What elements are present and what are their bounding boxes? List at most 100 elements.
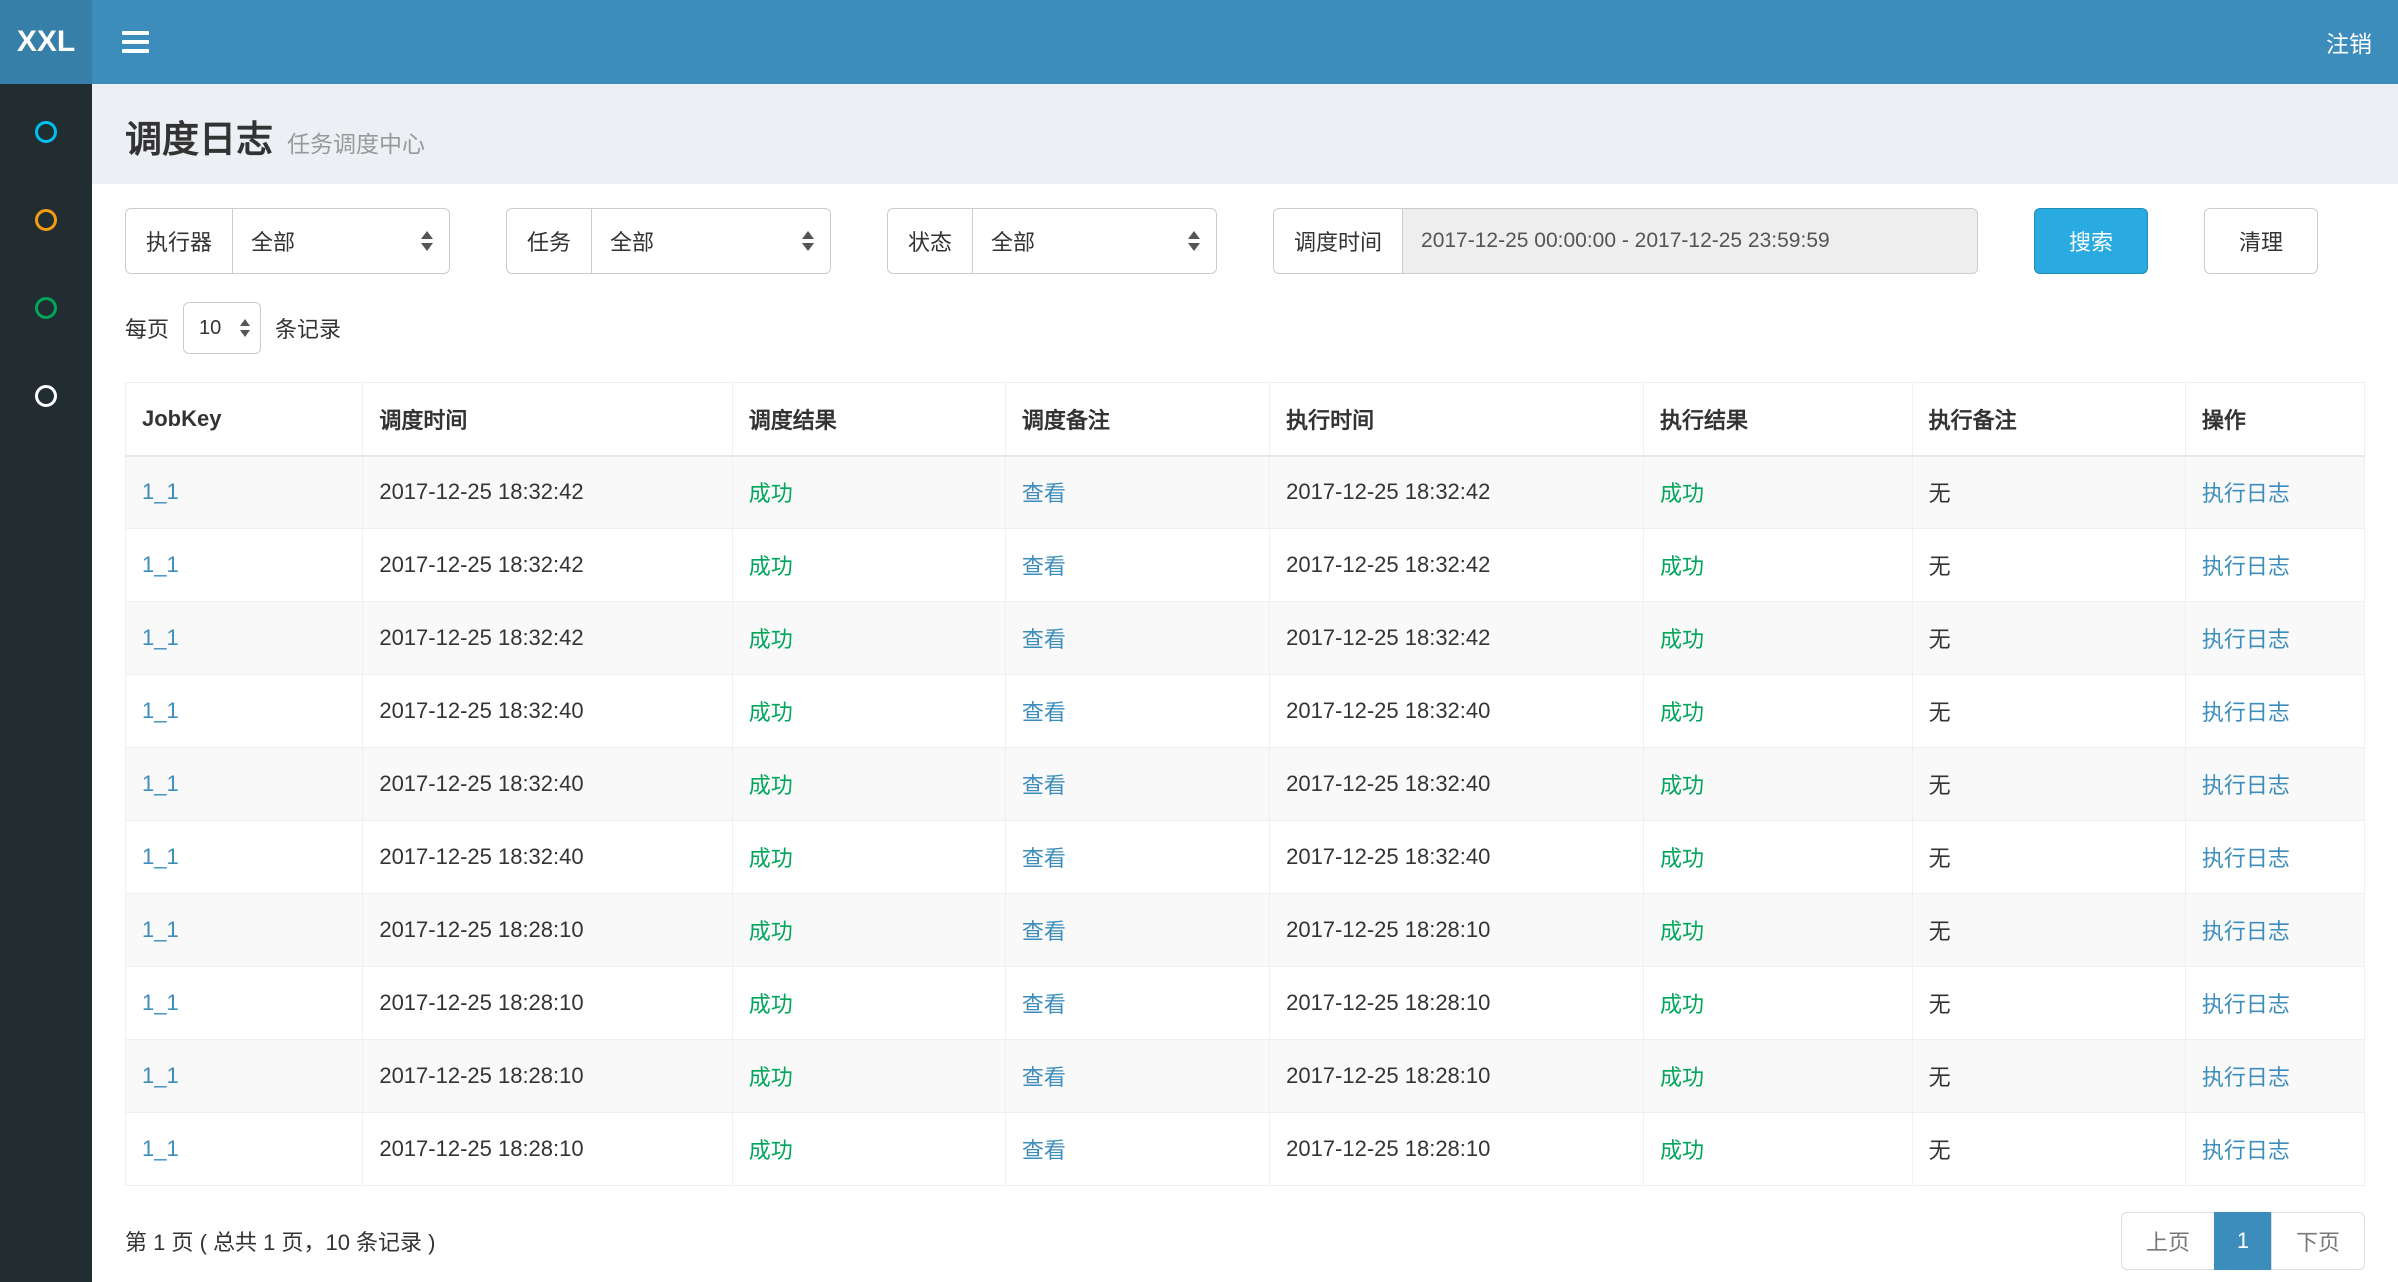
log-table-body: 1_12017-12-25 18:32:42成功查看2017-12-25 18:… [126,456,2365,1186]
logout-link[interactable]: 注销 [2300,25,2398,59]
handle-result-cell: 成功 [1644,529,1913,602]
exec-log-link[interactable]: 执行日志 [2202,481,2290,506]
exec-log-link[interactable]: 执行日志 [2202,773,2290,798]
jobkey-link[interactable]: 1_1 [142,844,179,869]
trigger-msg-link[interactable]: 查看 [1022,846,1066,871]
table-row: 1_12017-12-25 18:28:10成功查看2017-12-25 18:… [126,894,2365,967]
jobkey-link[interactable]: 1_1 [142,552,179,577]
trigger-msg-link[interactable]: 查看 [1022,919,1066,944]
hamburger-icon [122,31,149,35]
handle-result-cell: 成功 [1644,821,1913,894]
circle-icon [35,385,57,407]
jobkey-link[interactable]: 1_1 [142,990,179,1015]
content-header: 调度日志 任务调度中心 [92,84,2398,184]
jobkey-link[interactable]: 1_1 [142,698,179,723]
table-row: 1_12017-12-25 18:32:42成功查看2017-12-25 18:… [126,602,2365,675]
exec-log-link-cell: 执行日志 [2185,529,2364,602]
exec-log-link-cell: 执行日志 [2185,748,2364,821]
trigger-msg-link[interactable]: 查看 [1022,554,1066,579]
page-title: 调度日志 [125,109,273,163]
time-range-input[interactable]: 2017-12-25 00:00:00 - 2017-12-25 23:59:5… [1402,208,1978,274]
job-select-value: 全部 [610,225,654,257]
exec-log-link[interactable]: 执行日志 [2202,919,2290,944]
trigger-msg-link-cell: 查看 [1005,821,1269,894]
trigger-msg-link-cell: 查看 [1005,529,1269,602]
trigger-msg-link[interactable]: 查看 [1022,773,1066,798]
sidebar-item-1[interactable] [0,88,92,176]
trigger-msg-link[interactable]: 查看 [1022,627,1066,652]
sidebar-item-2[interactable] [0,176,92,264]
handle-time-cell: 2017-12-25 18:28:10 [1270,894,1644,967]
trigger-msg-link-cell: 查看 [1005,456,1269,529]
sidebar-toggle-button[interactable] [92,31,179,53]
status-filter-label: 状态 [887,208,972,274]
jobkey-link[interactable]: 1_1 [142,917,179,942]
trigger-msg-link-cell: 查看 [1005,675,1269,748]
handle-result: 成功 [1660,992,1704,1017]
page-size-value: 10 [199,317,221,340]
navbar-main: 注销 [92,0,2398,84]
exec-log-link[interactable]: 执行日志 [2202,1138,2290,1163]
handle-result-cell: 成功 [1644,602,1913,675]
exec-log-link-cell: 执行日志 [2185,675,2364,748]
exec-log-link[interactable]: 执行日志 [2202,627,2290,652]
column-header-2: 调度时间 [363,383,732,456]
exec-log-link[interactable]: 执行日志 [2202,1065,2290,1090]
table-row: 1_12017-12-25 18:32:42成功查看2017-12-25 18:… [126,529,2365,602]
exec-log-link[interactable]: 执行日志 [2202,992,2290,1017]
trigger-time-cell: 2017-12-25 18:28:10 [363,967,732,1040]
prev-page-button[interactable]: 上页 [2121,1212,2215,1270]
table-footer: 第 1 页 ( 总共 1 页，10 条记录 ) 上页 1 下页 [125,1212,2365,1270]
handle-time-cell: 2017-12-25 18:32:40 [1270,675,1644,748]
status-select[interactable]: 全部 [972,208,1217,274]
trigger-time-cell: 2017-12-25 18:32:42 [363,529,732,602]
trigger-msg-link[interactable]: 查看 [1022,700,1066,725]
job-select[interactable]: 全部 [591,208,831,274]
handle-result: 成功 [1660,1138,1704,1163]
jobkey-link-cell: 1_1 [126,1113,363,1186]
trigger-result-cell: 成功 [732,1040,1005,1113]
exec-log-link[interactable]: 执行日志 [2202,700,2290,725]
page-size-prefix: 每页 [125,312,169,344]
page-size-select[interactable]: 10 [183,302,261,354]
trigger-msg-link[interactable]: 查看 [1022,1138,1066,1163]
search-button[interactable]: 搜索 [2034,208,2148,274]
exec-log-link[interactable]: 执行日志 [2202,846,2290,871]
trigger-msg-link-cell: 查看 [1005,1040,1269,1113]
jobkey-link[interactable]: 1_1 [142,479,179,504]
trigger-result: 成功 [749,919,793,944]
jobkey-link[interactable]: 1_1 [142,1063,179,1088]
current-page-button[interactable]: 1 [2214,1212,2272,1270]
handle-msg-cell: 无 [1912,529,2185,602]
exec-log-link[interactable]: 执行日志 [2202,554,2290,579]
exec-log-link-cell: 执行日志 [2185,821,2364,894]
page-size-control: 每页 10 条记录 [125,302,2365,354]
sidebar-item-3[interactable] [0,264,92,352]
top-navbar: XXL 注销 [0,0,2398,84]
trigger-msg-link[interactable]: 查看 [1022,992,1066,1017]
jobkey-link[interactable]: 1_1 [142,771,179,796]
sidebar-item-4[interactable] [0,352,92,440]
circle-icon [35,297,57,319]
select-stepper-icon [1188,231,1200,251]
trigger-msg-link-cell: 查看 [1005,1113,1269,1186]
handle-msg-cell: 无 [1912,1113,2185,1186]
handle-result-cell: 成功 [1644,456,1913,529]
trigger-msg-link[interactable]: 查看 [1022,481,1066,506]
next-page-button[interactable]: 下页 [2271,1212,2365,1270]
trigger-result-cell: 成功 [732,1113,1005,1186]
clear-button[interactable]: 清理 [2204,208,2318,274]
app-logo[interactable]: XXL [0,0,92,84]
jobkey-link[interactable]: 1_1 [142,625,179,650]
jobkey-link-cell: 1_1 [126,1040,363,1113]
job-filter-group: 任务 全部 [506,208,831,274]
jobkey-link[interactable]: 1_1 [142,1136,179,1161]
trigger-time-cell: 2017-12-25 18:32:40 [363,748,732,821]
handle-result-cell: 成功 [1644,675,1913,748]
trigger-msg-link[interactable]: 查看 [1022,1065,1066,1090]
trigger-msg-link-cell: 查看 [1005,967,1269,1040]
executor-select[interactable]: 全部 [232,208,450,274]
app-body: 调度日志 任务调度中心 执行器 全部 任务 全部 [0,84,2398,1282]
executor-filter-label: 执行器 [125,208,232,274]
handle-msg-cell: 无 [1912,967,2185,1040]
